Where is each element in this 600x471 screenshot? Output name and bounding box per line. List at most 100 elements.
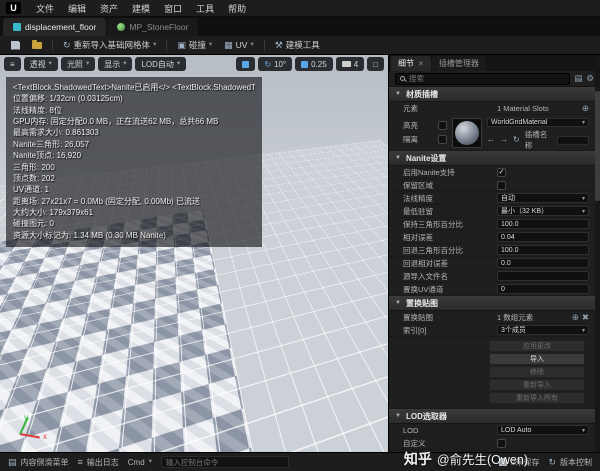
scale-snap-button[interactable]: 0.25 [295,57,333,71]
hamburger-icon: ≡ [10,60,15,69]
import-button[interactable]: 导入 [489,353,585,365]
menu-item[interactable]: 文件 [29,2,61,15]
tab-displacement-floor[interactable]: displacement_floor [3,18,106,36]
cmd-selector[interactable]: Cmd ▾ [128,458,152,467]
lit-label: 光照 [67,59,83,70]
add-array-element-icon[interactable]: ⊕ [572,313,579,322]
drawer-icon: ▤ [8,458,17,467]
nanite-row-displacement-uv: 置换UV通道 0 [389,283,595,296]
keep-triangle-percent-input[interactable]: 100.0 [497,219,589,229]
clear-array-icon[interactable]: ✖ [582,313,589,322]
fallback-triangle-percent-input[interactable]: 100.0 [497,245,589,255]
filter-icon[interactable]: ▤ [574,74,582,83]
content-drawer-button[interactable]: ▤ 内容侧滑菜单 [8,457,69,468]
chevron-down-icon: ▾ [86,61,89,68]
reset-icon[interactable]: ↻ [513,136,520,144]
details-search-row: ▤ ⚙ [389,71,600,87]
uv-button[interactable]: ▦ UV ▾ [219,38,259,52]
section-lod-picker[interactable]: ▼ LOD选取器 [389,409,595,424]
output-log-button[interactable]: ≡ 输出日志 [78,457,119,468]
camera-speed-button[interactable]: 4 [336,57,364,71]
revision-control-label: 版本控制 [560,457,592,468]
close-icon[interactable]: ✕ [418,60,424,68]
custom-lod-checkbox[interactable] [497,439,506,448]
section-nanite-settings[interactable]: ▼ Nanite设置 [389,151,595,166]
tab-slot-manager[interactable]: 插槽管理器 [432,56,486,71]
collision-button[interactable]: ▣ 碰撞 ▾ [172,37,217,53]
chevron-down-icon: ▼ [395,300,401,306]
rotation-snap-button[interactable]: ↻ 10° [258,57,292,71]
collision-icon: ▣ [177,41,186,50]
section-material-slots[interactable]: ▼ 材质插槽 [389,87,595,102]
details-scroll-area[interactable]: ▼ 材质插槽 元素 1 Material Slots ⊕ 高亮 [389,87,600,452]
nanite-row-preserve-area: 保留区域 [389,179,595,192]
isolate-checkbox[interactable] [438,135,447,144]
min-residency-select[interactable]: 最小（32 KB） [497,206,589,216]
preserve-area-checkbox[interactable] [497,181,506,190]
unreal-logo-icon[interactable]: U [6,2,21,14]
nanite-row-fallback-percent: 回退三角形百分比 100.0 [389,244,595,257]
normal-precision-select[interactable]: 自动 [497,193,589,203]
menu-item[interactable]: 窗口 [157,2,189,15]
lod-auto-button[interactable]: LOD自动 ▾ [135,57,186,71]
menu-item[interactable]: 建模 [125,2,157,15]
lit-mode-button[interactable]: 光照 ▾ [61,57,95,71]
remove-button[interactable]: 移除 [489,366,585,378]
menu-item[interactable]: 帮助 [221,2,253,15]
source-import-filename-input[interactable] [497,271,589,281]
scrollbar-thumb[interactable] [595,91,600,201]
reimport-all-button[interactable]: 重新导入所有 [489,392,585,404]
x-axis-label: x [43,432,47,441]
displacement-maps-header: 置换贴图 [406,298,438,309]
viewport-options-button[interactable]: ≡ [4,57,21,71]
index-members-select[interactable]: 3个成员 [497,325,589,335]
gear-icon[interactable]: ⚙ [586,74,594,83]
search-input[interactable] [409,74,565,83]
lod-row: LOD LOD Auto [389,424,595,437]
add-element-icon[interactable]: ⊕ [582,104,589,113]
reimport-base-mesh-button[interactable]: ↻ 重新导入基础网格体 ▾ [58,37,161,53]
maximize-viewport-button[interactable]: □ [367,57,384,71]
menu-item[interactable]: 工具 [189,2,221,15]
displacement-uv-channel-input[interactable]: 0 [497,284,589,294]
menu-items: 文件编辑资产建模窗口工具帮助 [29,2,253,15]
y-axis-label: y [24,413,28,422]
perspective-button[interactable]: 透视 ▾ [24,57,58,71]
details-tab-bar: 细节 ✕ 插槽管理器 [389,55,600,71]
enable-nanite-checkbox[interactable]: ✓ [497,168,506,177]
grid-snap-toggle[interactable] [236,57,255,71]
reimport-button[interactable]: 重新导入 [489,379,585,391]
chevron-down-icon: ▾ [177,61,180,68]
search-box[interactable] [395,73,570,85]
browse-button[interactable] [27,40,47,51]
use-selected-icon[interactable]: ← [487,136,495,144]
slot-name-field[interactable] [557,136,589,145]
elements-label: 元素 [403,103,497,114]
viewport[interactable]: ≡ 透视 ▾ 光照 ▾ 显示 ▾ LOD自动 ▾ [0,55,388,452]
show-button[interactable]: 显示 ▾ [98,57,132,71]
tab-mp-stonefloor[interactable]: MP_StoneFloor [107,18,198,36]
material-select[interactable]: WorldGridMaterial [487,118,589,127]
material-sphere-preview [455,121,479,145]
revision-control-button[interactable]: ↻ 版本控制 [548,457,592,468]
save-button[interactable] [6,39,25,52]
lod-auto-label: LOD自动 [141,59,173,70]
highlight-checkbox[interactable] [438,121,447,130]
menu-item[interactable]: 资产 [93,2,125,15]
viewport-stat-line: 最高需求大小: 0.861303 [13,127,255,138]
lod-select[interactable]: LOD Auto [497,425,589,435]
panel-scrollbar[interactable] [595,55,600,452]
menu-item[interactable]: 编辑 [61,2,93,15]
apply-changes-button[interactable]: 应用更改 [489,340,585,352]
log-icon: ≡ [78,458,83,467]
modeling-tools-button[interactable]: ⚒ 建模工具 [270,37,325,53]
tab-details[interactable]: 细节 ✕ [391,56,431,71]
relative-error-input[interactable]: 0.04 [497,232,589,242]
show-label: 显示 [104,59,120,70]
console-input[interactable] [161,456,289,468]
material-thumbnail[interactable] [452,118,482,148]
nanite-row-keep-percent: 保持三角形百分比 100.0 [389,218,595,231]
browse-to-asset-icon[interactable]: → [500,136,508,144]
section-displacement-maps[interactable]: ▼ 置换贴图 [389,296,595,311]
fallback-relative-error-input[interactable]: 0.0 [497,258,589,268]
